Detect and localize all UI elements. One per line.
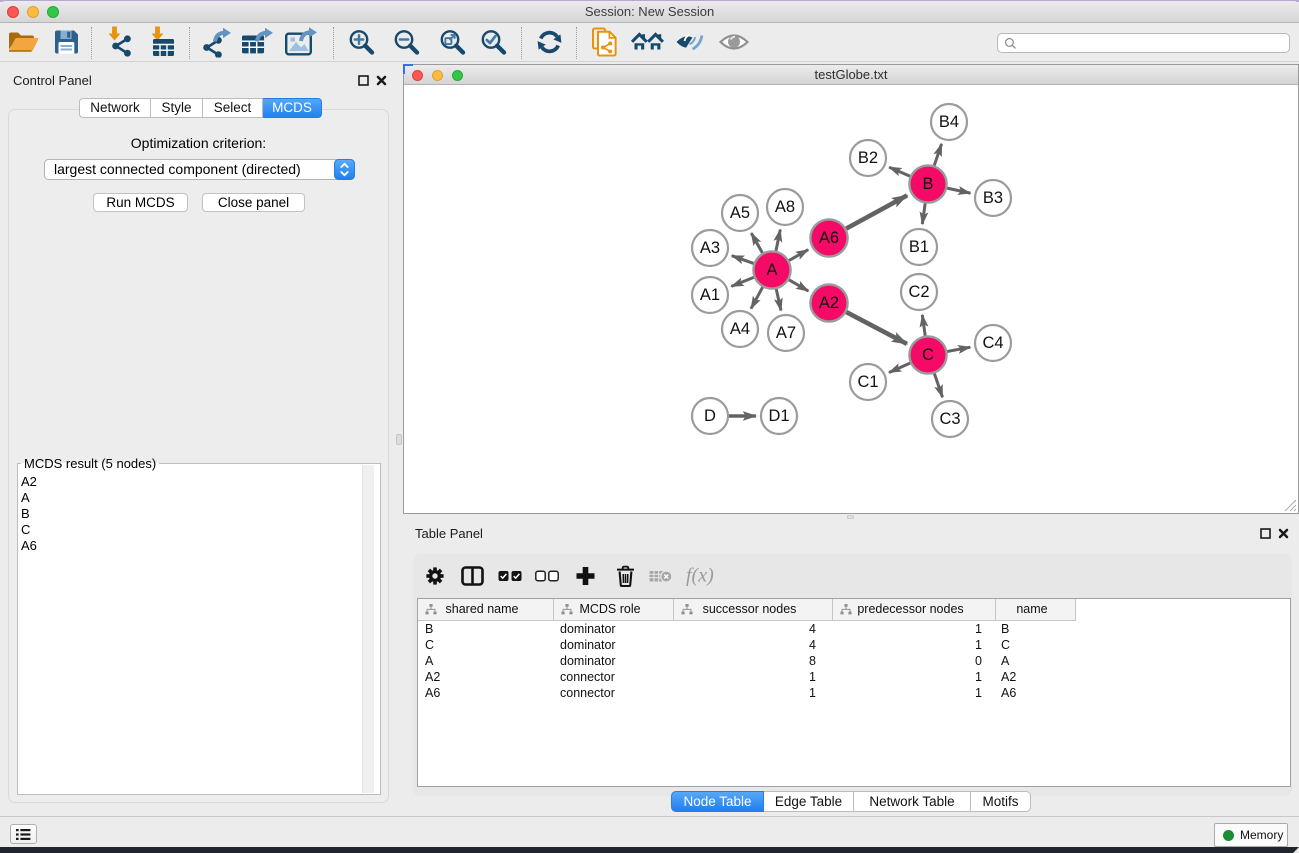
svg-text:D1: D1 [768,407,789,425]
svg-text:B4: B4 [939,113,959,131]
svg-text:A: A [766,261,777,279]
svg-text:C3: C3 [939,410,960,428]
svg-text:C4: C4 [982,334,1003,352]
svg-text:C2: C2 [908,283,929,301]
svg-text:A7: A7 [776,324,796,342]
svg-text:B2: B2 [858,149,878,167]
svg-text:A2: A2 [819,294,839,312]
svg-text:B3: B3 [983,189,1003,207]
svg-text:A6: A6 [819,229,839,247]
svg-text:B: B [922,175,933,193]
svg-text:A8: A8 [775,198,795,216]
svg-text:D: D [704,407,716,425]
svg-text:B1: B1 [909,238,929,256]
svg-text:A4: A4 [730,320,750,338]
svg-text:A5: A5 [730,204,750,222]
svg-text:C1: C1 [857,373,878,391]
svg-text:C: C [922,346,934,364]
svg-text:A1: A1 [700,286,720,304]
svg-text:A3: A3 [700,239,720,257]
